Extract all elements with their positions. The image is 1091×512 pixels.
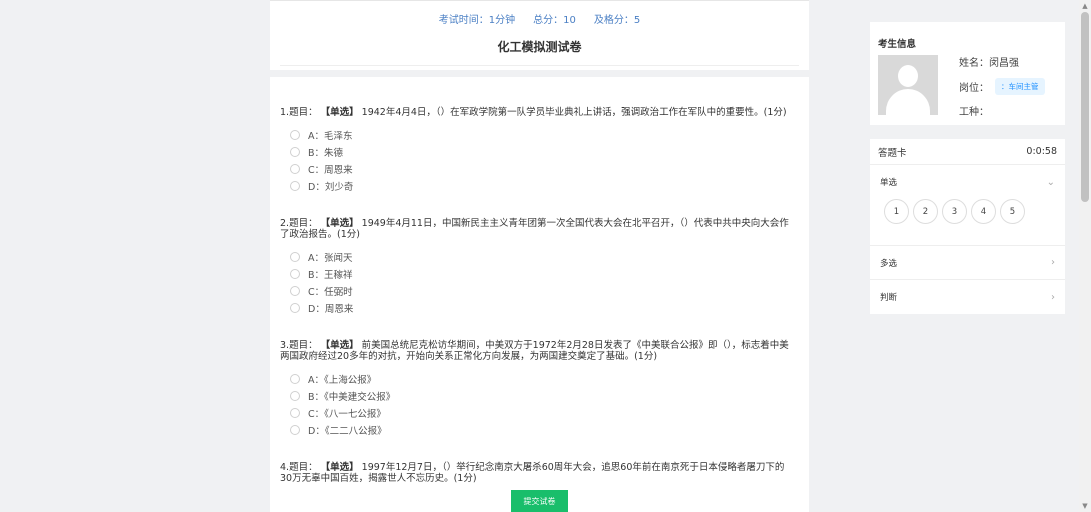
exam-time: 考试时间：1分钟 <box>438 15 516 26</box>
option-b[interactable]: B：《中美建交公报》 <box>290 387 799 404</box>
scrollbar-thumb[interactable] <box>1081 12 1089 202</box>
exam-header: 考试时间：1分钟 总分：10 及格分：5 化工模拟测试卷 <box>270 0 809 70</box>
exam-main-column: 考试时间：1分钟 总分：10 及格分：5 化工模拟测试卷 1.题目： 【单选】 … <box>270 0 809 512</box>
post-tag: ：车间主管 <box>995 78 1045 95</box>
header-divider <box>280 65 799 66</box>
chevron-right-icon: › <box>1051 291 1055 303</box>
answer-card-header: 答题卡 0:0:58 <box>870 139 1065 165</box>
question-text: 1.题目： 【单选】 1942年4月4日，（）在军政学院第一队学员毕业典礼上讲话… <box>280 107 787 118</box>
chevron-down-icon: ⌄ <box>1046 176 1055 188</box>
candidate-info-title: 考生信息 <box>878 39 917 50</box>
question-2: 2.题目： 【单选】 1949年4月11日，中国新民主主义青年团第一次全国代表大… <box>280 218 799 316</box>
radio-icon[interactable] <box>290 424 300 435</box>
radio-icon[interactable] <box>290 302 300 313</box>
avatar-body <box>886 89 930 115</box>
answer-card-title: 答题卡 <box>878 147 907 159</box>
option-b[interactable]: B：朱德 <box>290 143 799 160</box>
question-3: 3.题目： 【单选】 前美国总统尼克松访华期间，中美双方于1972年2月28日发… <box>280 340 799 438</box>
question-number-2[interactable]: 2 <box>913 199 938 224</box>
option-a[interactable]: A：毛泽东 <box>290 126 799 143</box>
scroll-up-icon[interactable]: ▲ <box>1079 0 1091 12</box>
option-b[interactable]: B：王稼祥 <box>290 265 799 282</box>
page-scrollbar[interactable]: ▲ ▼ <box>1079 0 1091 512</box>
chevron-right-icon: › <box>1051 257 1055 268</box>
question-text: 3.题目： 【单选】 前美国总统尼克松访华期间，中美双方于1972年2月28日发… <box>280 340 789 362</box>
option-c[interactable]: C：周恩来 <box>290 160 799 177</box>
candidate-info-card: 考生信息 姓名：闵昌强 岗位： ：车间主管 工种： <box>870 22 1065 125</box>
question-text: 2.题目： 【单选】 1949年4月11日，中国新民主主义青年团第一次全国代表大… <box>280 218 789 240</box>
option-d[interactable]: D：刘少奇 <box>290 177 799 194</box>
candidate-work-type: 工种： <box>959 107 989 118</box>
radio-icon[interactable] <box>290 285 300 296</box>
question-options: A：毛泽东 B：朱德 C：周恩来 D：刘少奇 <box>280 126 799 194</box>
exam-meta: 考试时间：1分钟 总分：10 及格分：5 <box>270 11 809 26</box>
question-options: A：张闻天 B：王稼祥 C：任弼时 D：周恩来 <box>280 248 799 316</box>
option-d[interactable]: D：周恩来 <box>290 299 799 316</box>
option-d[interactable]: D：《二二八公报》 <box>290 421 799 438</box>
exam-total-score: 总分：10 <box>533 15 576 26</box>
section-true-false[interactable]: 判断 › <box>870 280 1065 314</box>
question-number-1[interactable]: 1 <box>884 199 909 224</box>
section-single-choice[interactable]: 单选 ⌄ <box>870 165 1065 199</box>
radio-icon[interactable] <box>290 390 300 401</box>
question-number-4[interactable]: 4 <box>971 199 996 224</box>
option-c[interactable]: C：任弼时 <box>290 282 799 299</box>
question-text: 4.题目： 【单选】 1997年12月7日，（）举行纪念南京大屠杀60周年大会，… <box>280 462 785 484</box>
exam-title: 化工模拟测试卷 <box>497 40 582 54</box>
radio-icon[interactable] <box>290 129 300 140</box>
option-a[interactable]: A：张闻天 <box>290 248 799 265</box>
candidate-post: 岗位： ：车间主管 <box>959 78 1045 95</box>
radio-icon[interactable] <box>290 180 300 191</box>
radio-icon[interactable] <box>290 373 300 384</box>
question-number-5[interactable]: 5 <box>1000 199 1025 224</box>
question-number-grid: 1 2 3 4 5 <box>870 199 1065 246</box>
countdown-timer: 0:0:58 <box>1026 146 1057 157</box>
question-list: 1.题目： 【单选】 1942年4月4日，（）在军政学院第一队学员毕业典礼上讲话… <box>270 77 809 512</box>
question-options: A：《上海公报》 B：《中美建交公报》 C：《八一七公报》 D：《二二八公报》 <box>280 370 799 438</box>
question-4: 4.题目： 【单选】 1997年12月7日，（）举行纪念南京大屠杀60周年大会，… <box>280 462 799 484</box>
question-number-3[interactable]: 3 <box>942 199 967 224</box>
option-a[interactable]: A：《上海公报》 <box>290 370 799 387</box>
radio-icon[interactable] <box>290 407 300 418</box>
option-c[interactable]: C：《八一七公报》 <box>290 404 799 421</box>
candidate-name: 姓名：闵昌强 <box>959 58 1019 69</box>
section-multiple-choice[interactable]: 多选 › <box>870 246 1065 280</box>
radio-icon[interactable] <box>290 251 300 262</box>
scroll-down-icon[interactable]: ▼ <box>1079 500 1091 512</box>
radio-icon[interactable] <box>290 146 300 157</box>
answer-card: 答题卡 0:0:58 单选 ⌄ 1 2 3 4 5 多选 › 判断 › <box>870 139 1065 314</box>
radio-icon[interactable] <box>290 268 300 279</box>
exam-pass-score: 及格分：5 <box>593 15 641 26</box>
avatar-head <box>898 65 918 87</box>
radio-icon[interactable] <box>290 163 300 174</box>
submit-exam-button[interactable]: 提交试卷 <box>511 490 568 512</box>
avatar <box>878 55 938 115</box>
question-1: 1.题目： 【单选】 1942年4月4日，（）在军政学院第一队学员毕业典礼上讲话… <box>280 107 799 194</box>
